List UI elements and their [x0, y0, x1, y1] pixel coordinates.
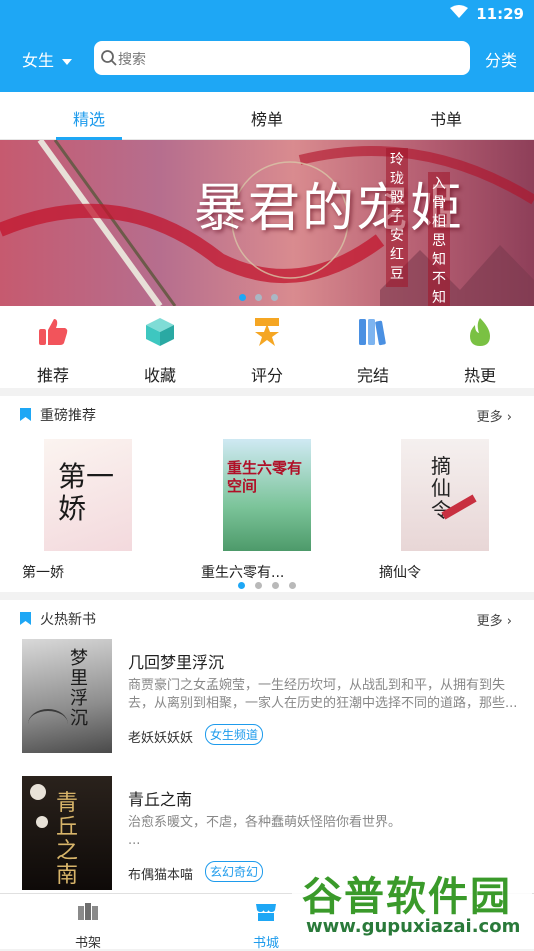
- more-label: 更多: [476, 614, 503, 629]
- pagination-dot: [255, 582, 262, 589]
- book-name: 重生六零有...: [201, 565, 285, 581]
- banner-carousel[interactable]: 暴君的宠姬 玲珑骰子安红豆 入骨相思知不知: [0, 140, 534, 306]
- featured-section: 重磅推荐 更多 › 第一娇 第一娇 重生六零有空间 重生六零有... 摘仙令 摘…: [0, 396, 534, 592]
- pagination-dot: [272, 582, 279, 589]
- book-cover: 青丘之南: [22, 776, 112, 890]
- book-description: 商贾豪门之女孟婉莹，一生经历坎坷，从战乱到和平，从拥有到失去，从离别到相聚，一家…: [128, 678, 518, 711]
- cover-title: 重生六零有空间: [227, 459, 303, 495]
- more-link[interactable]: 更多 ›: [477, 406, 512, 425]
- book-list-item[interactable]: 梦里浮沉 几回梦里浮沉 商贾豪门之女孟婉莹，一生经历坎坷，从战乱到和平，从拥有到…: [0, 639, 534, 769]
- star-badge-icon: [255, 318, 279, 346]
- cover-art: [30, 784, 46, 800]
- pagination-dot: [271, 294, 278, 301]
- book-author: 老妖妖妖妖: [128, 731, 194, 746]
- book-cover: 重生六零有空间: [223, 439, 311, 551]
- quick-nav-favorites[interactable]: 收藏: [125, 316, 195, 386]
- chevron-right-icon: ›: [502, 410, 512, 425]
- category-tag[interactable]: 玄幻奇幻: [205, 861, 264, 882]
- books-icon: [359, 319, 386, 346]
- quick-nav-recommend[interactable]: 推荐: [18, 316, 88, 386]
- tab-bar: 精选 榜单 书单: [0, 92, 534, 140]
- book-description: 治愈系暖文，不虐，各种蠢萌妖怪陪你看世界。 ...: [128, 815, 402, 848]
- caret-down-icon: [62, 58, 73, 65]
- bookmark-icon: [20, 612, 31, 625]
- book-cover: 第一娇: [44, 439, 132, 551]
- quick-nav-label: 完结: [356, 366, 389, 385]
- banner-vertical-text-2: 入骨相思知不知: [428, 172, 450, 306]
- banner-vertical-text-1: 玲珑骰子安红豆: [386, 148, 408, 287]
- featured-book-card[interactable]: 重生六零有空间 重生六零有...: [201, 439, 311, 581]
- featured-header: 重磅推荐 更多 ›: [0, 396, 534, 430]
- section-title: 重磅推荐: [40, 408, 96, 424]
- category-tag[interactable]: 女生频道: [205, 724, 264, 745]
- bookmark-icon: [20, 408, 31, 421]
- quick-nav-rating[interactable]: 评分: [232, 316, 302, 386]
- bookshelf-icon: [78, 903, 98, 920]
- search-icon: [101, 50, 117, 66]
- quick-nav: 推荐 收藏 评分 完结 热更: [0, 306, 534, 388]
- more-link[interactable]: 更多 ›: [477, 610, 512, 629]
- new-hot-header: 火热新书 更多 ›: [0, 600, 534, 634]
- quick-nav-label: 评分: [250, 366, 283, 385]
- book-cover: 梦里浮沉: [22, 639, 112, 753]
- bottom-nav-label: 书架: [74, 936, 101, 951]
- pagination-dot: [255, 294, 262, 301]
- more-label: 更多: [476, 410, 503, 425]
- book-name: 第一娇: [22, 565, 64, 581]
- cover-art: [28, 709, 68, 739]
- book-cover: 摘仙令: [401, 439, 489, 551]
- section-title: 火热新书: [40, 612, 96, 628]
- thumbs-up-icon: [39, 319, 68, 345]
- cover-title: 第一娇: [58, 460, 115, 525]
- featured-book-card[interactable]: 第一娇 第一娇: [22, 439, 132, 581]
- top-app-bar: 11:29 女生 搜索 分类: [0, 0, 534, 92]
- search-box[interactable]: 搜索: [94, 41, 470, 75]
- quick-nav-label: 热更: [463, 366, 496, 385]
- tab-featured[interactable]: 精选: [73, 106, 105, 130]
- quick-nav-label: 推荐: [36, 366, 69, 385]
- quick-nav-completed[interactable]: 完结: [338, 316, 408, 386]
- status-time: 11:29: [476, 5, 524, 23]
- chevron-right-icon: ›: [502, 614, 512, 629]
- store-icon: [256, 904, 276, 921]
- cover-title: 青丘之南: [56, 791, 79, 888]
- book-title: 青丘之南: [128, 790, 193, 809]
- gender-selector[interactable]: 女生: [22, 47, 73, 71]
- book-title: 几回梦里浮沉: [128, 653, 225, 672]
- banner-title: 暴君的宠姬: [194, 179, 465, 239]
- search-placeholder: 搜索: [118, 52, 146, 68]
- cover-art: [36, 816, 48, 828]
- gender-label: 女生: [22, 51, 55, 70]
- tab-booklists[interactable]: 书单: [430, 106, 462, 130]
- featured-book-card[interactable]: 摘仙令 摘仙令: [379, 439, 489, 581]
- category-button[interactable]: 分类: [485, 47, 517, 71]
- book-author: 布偶猫本喵: [128, 868, 194, 883]
- new-hot-section: 火热新书 更多 › 梦里浮沉 几回梦里浮沉 商贾豪门之女孟婉莹，一生经历坎坷，从…: [0, 600, 534, 893]
- watermark-logo-text: 谷普软件园: [302, 874, 512, 920]
- cover-title: 梦里浮沉: [70, 648, 88, 729]
- pagination-dot-active: [239, 294, 246, 301]
- flame-icon: [470, 318, 490, 346]
- quick-nav-hot[interactable]: 热更: [445, 316, 515, 386]
- quick-nav-label: 收藏: [143, 366, 176, 385]
- pagination-dot: [289, 582, 296, 589]
- wifi-icon: [450, 5, 468, 18]
- bottom-nav-bookshelf[interactable]: 书架: [58, 902, 118, 951]
- watermark: 谷普软件园 www.gupuxiazai.com: [292, 862, 532, 946]
- bottom-nav-label: 书城: [252, 936, 279, 951]
- tab-rankings[interactable]: 榜单: [251, 106, 283, 130]
- bottom-nav-bookstore[interactable]: 书城: [236, 902, 296, 951]
- pagination-dot-active: [238, 582, 245, 589]
- book-name: 摘仙令: [379, 565, 421, 581]
- watermark-url: www.gupuxiazai.com: [306, 916, 521, 937]
- cube-icon: [146, 318, 174, 346]
